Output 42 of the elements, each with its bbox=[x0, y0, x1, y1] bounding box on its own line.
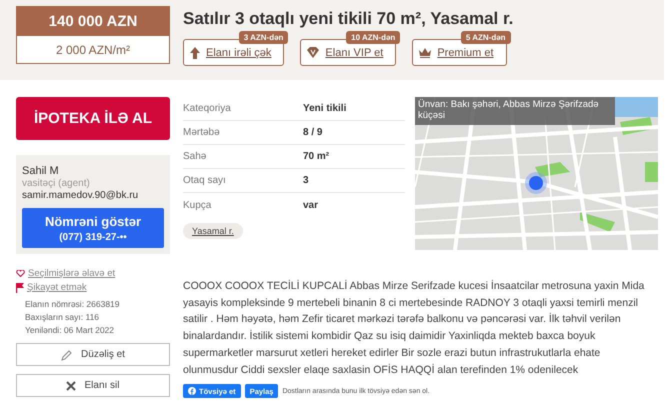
property-label: Otaq sayı bbox=[183, 175, 227, 186]
location-tag[interactable]: Yasamal r. bbox=[183, 223, 243, 239]
property-value: 3 bbox=[303, 175, 310, 186]
property-value: 8 / 9 bbox=[303, 127, 324, 138]
close-icon bbox=[66, 380, 76, 390]
agent-name: Sahil M bbox=[22, 165, 60, 177]
property-label: Mərtəbə bbox=[183, 127, 221, 138]
promote-button[interactable]: Premium et bbox=[412, 39, 507, 66]
price-badge: 3 AZN-dən bbox=[238, 31, 288, 44]
property-label: Kateqoriya bbox=[183, 103, 232, 114]
action-link[interactable]: Şikayət etmək bbox=[27, 282, 87, 293]
promote-button[interactable]: Elanı irəli çək bbox=[183, 39, 284, 66]
price-per-square-meter: 2 000 AZN/m² bbox=[54, 42, 132, 58]
listing-info: Yeniləndi: 06 Mart 2022 bbox=[25, 325, 116, 335]
agent-email: samir.mamedov.90@bk.ru bbox=[22, 190, 140, 201]
show-phone-button[interactable]: Nömrəni göstər (077) 319-27-•• bbox=[22, 208, 164, 248]
flag-icon bbox=[16, 282, 24, 292]
listing-title: Satılır 3 otaqlı yeni tikili 70 m², Yasamal r. bbox=[183, 9, 514, 29]
property-value: 70 m² bbox=[303, 151, 330, 162]
crown-icon bbox=[419, 48, 432, 58]
price: 140 000 AZN bbox=[17, 7, 169, 36]
property-label: Sahə bbox=[183, 151, 208, 162]
description: COOOX COOOX TECİLİ KUPCALİ Abbas Mirze Serifzade kucesi İnsaatcilar metrosuna yaxin Mida yasayis kompleksinde 9 mertebeli binanin 8 ci mertebesinde RADNOY 3 otaqli yaxsi temirli menzil satilir . Həm həyətə, həm Zefir ticaret mərkəzi tərəfə balkonu və pəncərəsi var. İlk təhvil verilən binalardandır. İstilik sistemi kombidir Qaz su isiq daimidir Yaxinliqda mekteb baxca boyuk supermarketler marsurut xetleri hereket edirler Bir sozle erazi butun infrastrukutlarla ehate olunmusdur Ciddi sexsler elaqe saxlasin OFİS HAQQİ alan terefinden 1% odenilecek bbox=[183, 278, 646, 378]
heart-icon bbox=[16, 270, 25, 277]
listing-info: Elanın nömrəsi: 2663819 bbox=[25, 299, 121, 309]
pencil-icon bbox=[61, 348, 74, 360]
agent-role: vasitəçi (agent) bbox=[22, 178, 91, 189]
arrow-up-icon bbox=[190, 46, 200, 58]
price-badge: 10 AZN-dən bbox=[346, 31, 400, 44]
promote-button[interactable]: Elanı VIP et bbox=[300, 39, 396, 66]
action-link[interactable]: Seçilmişlərə əlavə et bbox=[28, 268, 116, 279]
property-label: Kupça bbox=[183, 200, 212, 210]
listing-action-button[interactable]: Düzəliş et bbox=[16, 343, 170, 366]
mortgage-button[interactable]: İPOTEKA İLƏ AL bbox=[16, 97, 170, 140]
property-value: var bbox=[303, 200, 320, 210]
listing-action-button[interactable]: Elanı sil bbox=[16, 374, 170, 397]
address-label: Ünvan: Bakı şəhəri, Abbas Mirzə Şərifzadə küçəsi bbox=[415, 97, 615, 125]
property-value: Yeni tikili bbox=[303, 103, 348, 114]
price-badge: 5 AZN-dən bbox=[460, 31, 511, 44]
listing-info: Baxışların sayı: 116 bbox=[25, 312, 100, 322]
facebook-icon bbox=[188, 387, 196, 396]
diamond-icon bbox=[307, 47, 320, 58]
